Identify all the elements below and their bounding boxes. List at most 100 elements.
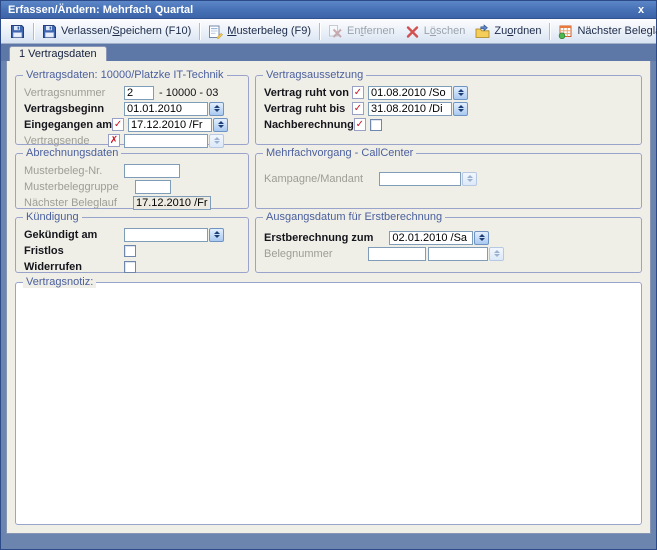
vertragsnummer-row: Vertragsnummer - 10000 - 03	[24, 85, 242, 100]
naechster-beleglauf-row: Nächster Beleglauf	[24, 195, 242, 210]
widerrufen-checkbox[interactable]	[124, 261, 136, 273]
eingegangen-am-input[interactable]	[128, 118, 212, 132]
form-grid: Vertragsdaten: 10000/Platzke IT-Technik …	[15, 67, 642, 273]
kampagne-mandant-label: Kampagne/Mandant	[264, 173, 363, 185]
group-vertragsaussetzung: Vertragsaussetzung Vertrag ruht von ✓ Ve…	[255, 75, 642, 145]
toolbar-separator	[549, 23, 550, 40]
gekuendigt-am-row: Gekündigt am	[24, 227, 242, 242]
gekuendigt-am-spinner[interactable]	[209, 228, 224, 242]
gekuendigt-am-input[interactable]	[124, 228, 208, 242]
belegnummer-input-2[interactable]	[428, 247, 488, 261]
vertragsnotiz-textarea[interactable]	[18, 289, 639, 522]
vertrag-ruht-bis-row: Vertrag ruht bis ✓	[264, 101, 635, 116]
musterbeleg-label: Musterbeleg (F9)	[227, 25, 311, 37]
toolbar-separator	[199, 23, 200, 40]
musterbeleg-nr-input[interactable]	[124, 164, 180, 178]
date-cleared-cross-icon[interactable]: ✗	[108, 134, 120, 147]
erstberechnung-zum-input[interactable]	[389, 231, 473, 245]
group-mehrfachvorgang-title: Mehrfachvorgang - CallCenter	[263, 147, 416, 159]
zuordnen-button[interactable]: Zuordnen	[470, 22, 546, 41]
vertrag-ruht-bis-spinner[interactable]	[453, 102, 468, 116]
app-window: Erfassen/Ändern: Mehrfach Quartal x Verl…	[0, 0, 657, 550]
group-abrechnungsdaten: Abrechnungsdaten Musterbeleg-Nr. Musterb…	[15, 153, 249, 209]
table-run-icon	[558, 24, 573, 39]
fristlos-label: Fristlos	[24, 245, 108, 257]
musterbeleggruppe-input[interactable]	[135, 180, 171, 194]
vertragsbeginn-input[interactable]	[124, 102, 208, 116]
date-confirmed-check-icon[interactable]: ✓	[112, 118, 124, 131]
musterbeleggruppe-row: Musterbeleggruppe	[24, 179, 242, 194]
erstberechnung-zum-spinner[interactable]	[474, 231, 489, 245]
verlassen-speichern-label: Verlassen/Speichern (F10)	[61, 25, 191, 37]
eingegangen-am-label: Eingegangen am	[24, 119, 112, 131]
vertragsende-input[interactable]	[124, 134, 208, 148]
close-button[interactable]: x	[633, 4, 649, 16]
icon-slot: ✓	[352, 102, 368, 115]
erstberechnung-zum-label: Erstberechnung zum	[264, 232, 373, 244]
icon-slot: ✓	[112, 118, 128, 131]
vertrag-ruht-von-row: Vertrag ruht von ✓	[264, 85, 635, 100]
vertrag-ruht-von-label: Vertrag ruht von	[264, 87, 352, 99]
vertrag-ruht-bis-input[interactable]	[368, 102, 452, 116]
group-mehrfachvorgang: Mehrfachvorgang - CallCenter Kampagne/Ma…	[255, 153, 642, 209]
eingegangen-am-row: Eingegangen am ✓	[24, 117, 242, 132]
tab-vertragsdaten[interactable]: 1 Vertragsdaten	[9, 46, 107, 61]
musterbeleg-nr-label: Musterbeleg-Nr.	[24, 165, 108, 177]
group-abrechnungsdaten-title: Abrechnungsdaten	[23, 147, 121, 159]
nachberechnung-label: Nachberechnung	[264, 119, 354, 131]
toolbar-separator	[319, 23, 320, 40]
vertragsbeginn-label: Vertragsbeginn	[24, 103, 108, 115]
save-button[interactable]	[5, 22, 30, 41]
musterbeleg-nr-row: Musterbeleg-Nr.	[24, 163, 242, 178]
vertragsbeginn-spinner[interactable]	[209, 102, 224, 116]
vertragsende-spinner	[209, 134, 224, 148]
group-vertragsnotiz: Vertragsnotiz:	[15, 282, 642, 525]
nachberechnung-checkbox[interactable]	[370, 119, 382, 131]
delete-x-icon	[405, 24, 420, 39]
musterbeleg-button[interactable]: Musterbeleg (F9)	[203, 22, 316, 41]
vertragsbeginn-row: Vertragsbeginn	[24, 101, 242, 116]
titlebar: Erfassen/Ändern: Mehrfach Quartal x	[1, 1, 656, 19]
loeschen-button: Löschen	[400, 22, 471, 41]
naechster-beleglauf-label: Nächster Beleglauf	[577, 25, 657, 37]
toolbar-separator	[33, 23, 34, 40]
tab-band: 1 Vertragsdaten	[1, 44, 656, 61]
assign-folder-icon	[475, 24, 490, 39]
loeschen-label: Löschen	[424, 25, 466, 37]
belegnummer-label: Belegnummer	[264, 248, 352, 260]
date-confirmed-check-icon[interactable]: ✓	[352, 102, 364, 115]
kampagne-mandant-input[interactable]	[379, 172, 461, 186]
vertrag-ruht-von-input[interactable]	[368, 86, 452, 100]
vertragsnummer-suffix: - 10000 - 03	[159, 87, 218, 99]
group-ausgangsdatum: Ausgangsdatum für Erstberechnung Erstber…	[255, 217, 642, 273]
group-ausgangsdatum-title: Ausgangsdatum für Erstberechnung	[263, 211, 445, 223]
zuordnen-label: Zuordnen	[494, 25, 541, 37]
entfernen-button: Entfernen	[323, 22, 400, 41]
date-confirmed-check-icon[interactable]: ✓	[354, 118, 366, 131]
date-confirmed-check-icon[interactable]: ✓	[352, 86, 364, 99]
group-kuendigung-title: Kündigung	[23, 211, 82, 223]
vertrag-ruht-von-spinner[interactable]	[453, 86, 468, 100]
content-panel: Vertragsdaten: 10000/Platzke IT-Technik …	[6, 61, 651, 534]
belegnummer-input-1[interactable]	[368, 247, 426, 261]
group-vertragsdaten: Vertragsdaten: 10000/Platzke IT-Technik …	[15, 75, 249, 145]
icon-slot: ✓	[352, 86, 368, 99]
fristlos-row: Fristlos	[24, 243, 242, 258]
verlassen-speichern-button[interactable]: Verlassen/Speichern (F10)	[37, 22, 196, 41]
eingegangen-am-spinner[interactable]	[213, 118, 228, 132]
window-frame: 1 Vertragsdaten Vertragsdaten: 10000/Pla…	[1, 44, 656, 549]
entfernen-label: Entfernen	[347, 25, 395, 37]
fristlos-checkbox[interactable]	[124, 245, 136, 257]
form-icon	[208, 24, 223, 39]
vertragsnummer-label: Vertragsnummer	[24, 87, 108, 99]
belegnummer-dropdown	[489, 247, 504, 261]
gekuendigt-am-label: Gekündigt am	[24, 229, 108, 241]
naechster-beleglauf-input	[133, 196, 211, 210]
musterbeleggruppe-label: Musterbeleggruppe	[24, 181, 119, 193]
vertragsende-label: Vertragsende	[24, 135, 108, 147]
group-vertragsnotiz-title: Vertragsnotiz:	[23, 276, 96, 288]
vertrag-ruht-bis-label: Vertrag ruht bis	[264, 103, 352, 115]
toolbar: Verlassen/Speichern (F10) Musterbeleg (F…	[1, 19, 656, 44]
naechster-beleglauf-button[interactable]: Nächster Beleglauf	[553, 22, 657, 41]
vertragsnummer-input[interactable]	[124, 86, 154, 100]
